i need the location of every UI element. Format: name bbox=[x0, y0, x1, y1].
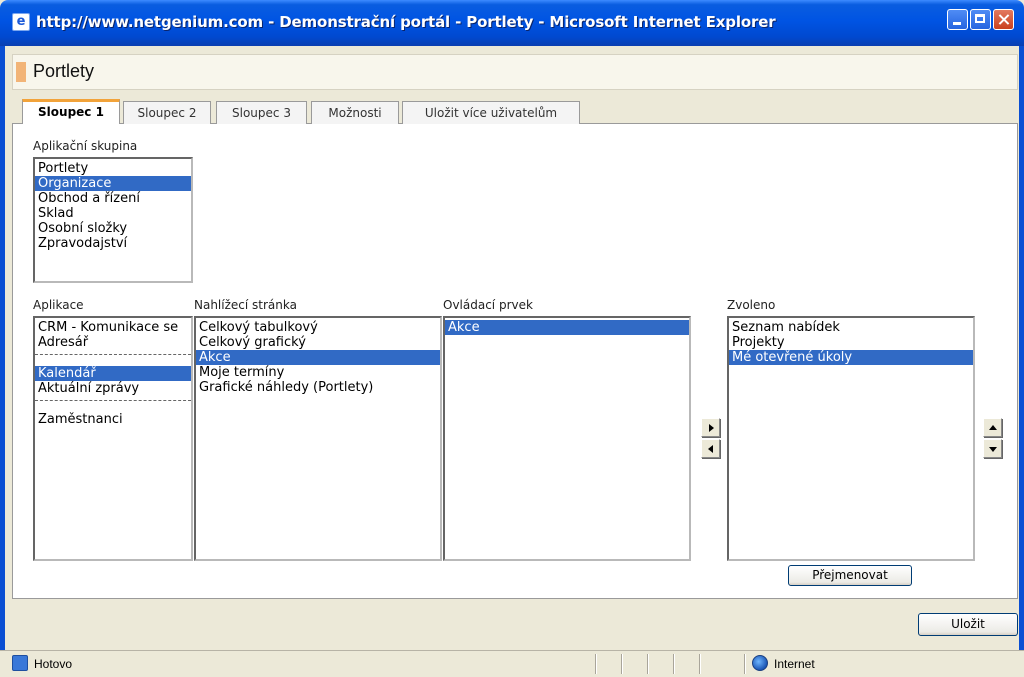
arrow-down-icon bbox=[989, 447, 997, 452]
view-page-listbox[interactable]: Celkový tabulkový Celkový grafický Akce … bbox=[194, 316, 442, 561]
list-item[interactable]: Seznam nabídek bbox=[729, 320, 973, 335]
app-group-listbox[interactable]: Portlety Organizace Obchod a řízení Skla… bbox=[33, 157, 193, 283]
minimize-button[interactable] bbox=[947, 9, 968, 30]
move-down-button[interactable] bbox=[983, 439, 1002, 458]
view-page-label: Nahlížecí stránka bbox=[194, 298, 297, 312]
list-item-selected[interactable]: Akce bbox=[445, 320, 689, 335]
arrow-right-icon bbox=[709, 424, 714, 432]
window-title: http://www.netgenium.com - Demonstrační … bbox=[36, 13, 776, 31]
rename-button[interactable]: Přejmenovat bbox=[788, 565, 912, 586]
list-item[interactable]: Celkový tabulkový bbox=[196, 320, 440, 335]
list-separator bbox=[35, 354, 191, 362]
list-item[interactable]: Portlety bbox=[35, 161, 191, 176]
selected-label: Zvoleno bbox=[727, 298, 776, 312]
applications-label: Aplikace bbox=[33, 298, 84, 312]
status-divider bbox=[673, 654, 675, 674]
applications-listbox[interactable]: CRM - Komunikace se Adresář Kalendář Akt… bbox=[33, 316, 193, 561]
control-label: Ovládací prvek bbox=[443, 298, 533, 312]
list-item[interactable]: CRM - Komunikace se bbox=[35, 320, 191, 335]
list-item[interactable]: Osobní složky bbox=[35, 221, 191, 236]
list-item[interactable]: Projekty bbox=[729, 335, 973, 350]
control-listbox[interactable]: Akce bbox=[443, 316, 691, 561]
list-item[interactable]: Zpravodajství bbox=[35, 236, 191, 251]
security-zone-text: Internet bbox=[774, 657, 815, 671]
status-divider bbox=[647, 654, 649, 674]
tab-ulozit-vice-uzivatelum[interactable]: Uložit více uživatelům bbox=[402, 101, 580, 124]
tab-sloupec-3[interactable]: Sloupec 3 bbox=[216, 101, 307, 124]
selected-listbox[interactable]: Seznam nabídek Projekty Mé otevřené úkol… bbox=[727, 316, 975, 561]
arrow-up-icon bbox=[989, 425, 997, 430]
tab-sloupec-1[interactable]: Sloupec 1 bbox=[22, 99, 120, 124]
list-separator bbox=[35, 400, 191, 408]
app-group-label: Aplikační skupina bbox=[33, 139, 138, 153]
move-right-button[interactable] bbox=[701, 418, 720, 437]
move-left-button[interactable] bbox=[701, 439, 720, 458]
list-item[interactable]: Grafické náhledy (Portlety) bbox=[196, 380, 440, 395]
status-divider bbox=[699, 654, 701, 674]
arrow-left-icon bbox=[708, 445, 713, 453]
list-item[interactable]: Adresář bbox=[35, 335, 191, 350]
list-item[interactable]: Zaměstnanci bbox=[35, 412, 191, 427]
maximize-button[interactable] bbox=[970, 9, 991, 30]
ie-page-icon: e bbox=[12, 13, 30, 31]
list-item-selected[interactable]: Organizace bbox=[35, 176, 191, 191]
save-button[interactable]: Uložit bbox=[918, 613, 1018, 636]
page-status-icon bbox=[12, 655, 28, 671]
move-up-button[interactable] bbox=[983, 418, 1002, 437]
close-button[interactable] bbox=[993, 9, 1014, 30]
list-item-selected[interactable]: Akce bbox=[196, 350, 440, 365]
status-divider bbox=[595, 654, 597, 674]
list-item[interactable]: Celkový grafický bbox=[196, 335, 440, 350]
list-item[interactable]: Moje termíny bbox=[196, 365, 440, 380]
list-item[interactable]: Aktuální zprávy bbox=[35, 381, 191, 396]
list-item-selected[interactable]: Kalendář bbox=[35, 366, 191, 381]
status-text: Hotovo bbox=[34, 657, 73, 671]
list-item[interactable]: Sklad bbox=[35, 206, 191, 221]
page-title: Portlety bbox=[33, 61, 95, 81]
internet-zone-icon bbox=[752, 655, 768, 671]
status-divider bbox=[744, 654, 746, 674]
page-header bbox=[12, 54, 1018, 90]
status-divider bbox=[621, 654, 623, 674]
header-marker-icon bbox=[16, 62, 26, 82]
list-item-selected[interactable]: Mé otevřené úkoly bbox=[729, 350, 973, 365]
list-item[interactable]: Obchod a řízení bbox=[35, 191, 191, 206]
tab-sloupec-2[interactable]: Sloupec 2 bbox=[123, 101, 211, 124]
tab-moznosti[interactable]: Možnosti bbox=[311, 101, 399, 124]
status-bar bbox=[0, 650, 1024, 677]
